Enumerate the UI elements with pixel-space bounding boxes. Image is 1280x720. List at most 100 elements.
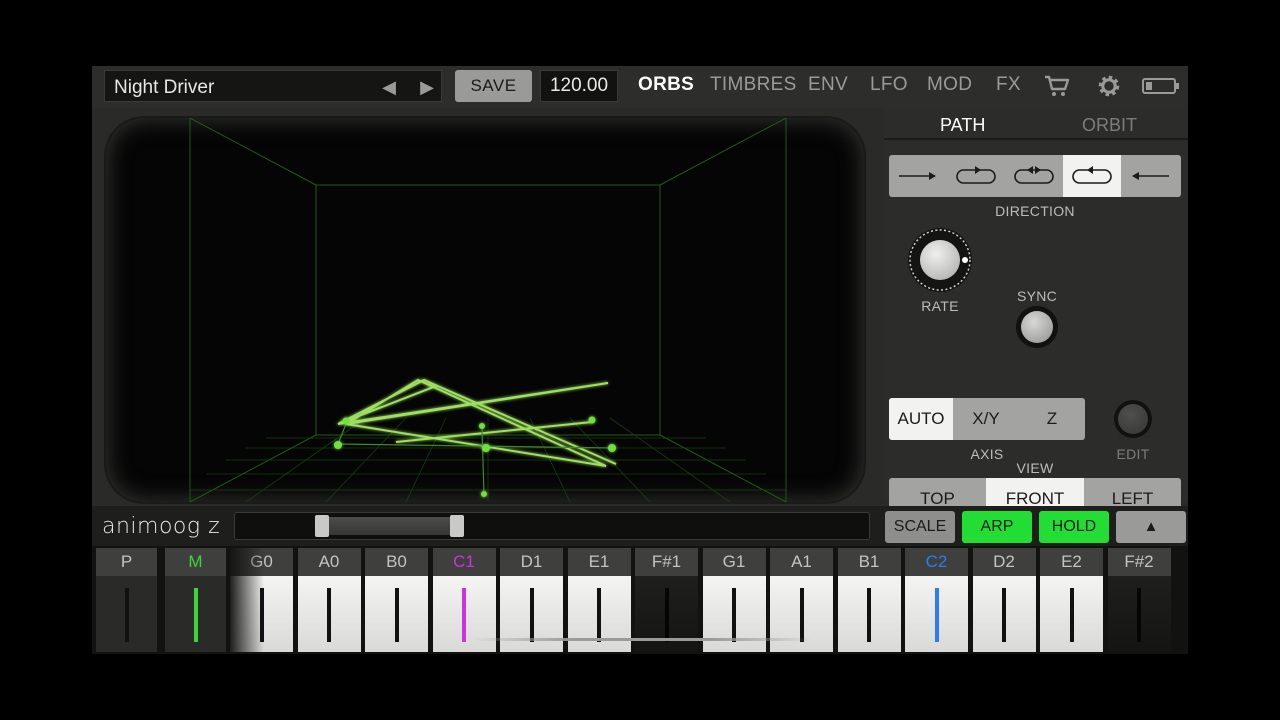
piano-key[interactable]: F#2 <box>1107 548 1171 652</box>
keyboard-range-window <box>320 517 458 535</box>
piano-key-body <box>297 576 361 652</box>
tab-lfo[interactable]: LFO <box>870 74 908 96</box>
piano-key-indicator <box>732 588 736 642</box>
tab-timbres[interactable]: TIMBRES <box>710 74 797 96</box>
keyboard: P M G0A0B0C1D1E1F#1G1A1B1C2D2E2F#2 <box>92 546 1188 654</box>
range-start-handle[interactable] <box>315 515 329 537</box>
tab-orbs[interactable]: ORBS <box>638 74 694 96</box>
axis-selector: AUTO X/Y Z <box>889 398 1085 440</box>
sync-label: SYNC <box>1016 288 1058 304</box>
piano-key[interactable]: C2 <box>905 548 968 652</box>
direction-loop-forward-button[interactable] <box>947 155 1005 197</box>
pitch-bend-strip[interactable]: P <box>96 548 157 652</box>
orb-visualizer[interactable] <box>106 118 864 502</box>
sync-button[interactable] <box>1016 306 1058 348</box>
tab-fx[interactable]: FX <box>996 74 1021 96</box>
mod-wheel-strip[interactable]: M <box>165 548 226 652</box>
piano-key-body <box>972 576 1036 652</box>
rate-knob-indicator <box>962 257 968 263</box>
piano-key-label: E2 <box>1040 548 1103 576</box>
edit-button-cap <box>1118 404 1148 434</box>
direction-forward-button[interactable] <box>889 155 947 197</box>
tab-mod[interactable]: MOD <box>927 74 972 96</box>
piano-key-label: F#2 <box>1107 548 1171 576</box>
piano-key[interactable]: D2 <box>972 548 1036 652</box>
piano-key[interactable]: G1 <box>702 548 766 652</box>
rate-knob[interactable] <box>908 228 972 292</box>
piano-key-indicator <box>394 588 399 642</box>
tab-path[interactable]: PATH <box>940 115 985 136</box>
piano-key-label: B1 <box>837 548 901 576</box>
mod-indicator <box>193 588 198 642</box>
axis-z-button[interactable]: Z <box>1019 398 1085 440</box>
app-logo: animoog z <box>102 514 221 539</box>
tab-orbit[interactable]: ORBIT <box>1082 115 1137 136</box>
piano-key-indicator <box>1069 588 1074 642</box>
home-indicator <box>472 638 812 641</box>
keyboard-scroll-fade <box>228 546 264 654</box>
axis-xy-button[interactable]: X/Y <box>953 398 1019 440</box>
piano-key-indicator <box>462 588 466 642</box>
piano-key[interactable]: A0 <box>297 548 361 652</box>
preset-name: Night Driver <box>114 77 215 98</box>
piano-key-indicator <box>867 588 871 642</box>
preset-selector[interactable]: Night Driver ◀ ▶ <box>104 70 442 102</box>
piano-key-label: D2 <box>972 548 1036 576</box>
direction-reverse-button[interactable] <box>1121 155 1181 197</box>
rate-knob-cap <box>920 240 960 280</box>
piano-key-indicator <box>1002 588 1006 642</box>
cart-icon[interactable] <box>1044 74 1070 98</box>
edit-button[interactable] <box>1114 400 1152 438</box>
piano-key[interactable]: F#1 <box>635 548 698 652</box>
piano-key[interactable]: C1 <box>432 548 496 652</box>
piano-key-indicator <box>327 588 331 642</box>
axis-auto-button[interactable]: AUTO <box>889 398 953 440</box>
top-bar: Night Driver ◀ ▶ SAVE 120.00 ORBS TIMBRE… <box>92 66 1188 108</box>
piano-key-body <box>1040 576 1103 652</box>
tab-env[interactable]: ENV <box>808 74 848 96</box>
piano-key-label: F#1 <box>635 548 698 576</box>
piano-key-body <box>1107 576 1171 652</box>
piano-key-indicator <box>664 588 669 642</box>
arp-button[interactable]: ARP <box>962 511 1032 543</box>
animoog-app: Night Driver ◀ ▶ SAVE 120.00 ORBS TIMBRE… <box>92 66 1188 654</box>
piano-key[interactable]: E2 <box>1040 548 1103 652</box>
gear-icon[interactable] <box>1096 73 1122 99</box>
rate-label: RATE <box>921 298 959 314</box>
direction-loop-reverse-button[interactable] <box>1063 155 1121 197</box>
direction-label: DIRECTION <box>995 203 1075 219</box>
keyboard-range-slider[interactable] <box>234 512 870 540</box>
mod-strip-body <box>165 576 226 652</box>
scale-button[interactable]: SCALE <box>885 511 955 543</box>
save-button[interactable]: SAVE <box>455 70 532 102</box>
path-panel: PATH ORBIT DIRECTION RATE SYNC AUTO X/Y … <box>884 108 1188 520</box>
loop-forward-icon <box>956 166 996 184</box>
piano-key-label: D1 <box>500 548 563 576</box>
direction-selector <box>889 155 1181 197</box>
piano-key[interactable]: B0 <box>365 548 428 652</box>
range-end-handle[interactable] <box>450 515 464 537</box>
hold-button[interactable]: HOLD <box>1039 511 1109 543</box>
tempo-field[interactable]: 120.00 <box>540 70 618 102</box>
piano-key-label: A0 <box>297 548 361 576</box>
piano-key-indicator <box>1137 588 1141 642</box>
piano-key-label: G1 <box>702 548 766 576</box>
pitch-indicator <box>124 588 129 642</box>
direction-bidirectional-button[interactable] <box>1005 155 1063 197</box>
next-preset-icon[interactable]: ▶ <box>415 75 439 99</box>
piano-key-indicator <box>597 588 601 642</box>
view-label: VIEW <box>1016 460 1054 476</box>
piano-key[interactable]: A1 <box>770 548 833 652</box>
piano-key[interactable]: E1 <box>567 548 631 652</box>
expand-keyboard-button[interactable]: ▲ <box>1116 511 1186 543</box>
piano-key-indicator <box>529 588 534 642</box>
piano-key[interactable]: D1 <box>500 548 563 652</box>
previous-preset-icon[interactable]: ◀ <box>377 75 401 99</box>
piano-key[interactable]: B1 <box>837 548 901 652</box>
control-strip: animoog z SCALE ARP HOLD ▲ <box>92 506 1188 546</box>
arrow-left-icon <box>1132 172 1169 180</box>
piano-key-body <box>905 576 968 652</box>
pitch-strip-body <box>96 576 157 652</box>
battery-icon <box>1142 78 1179 94</box>
sync-button-cap <box>1021 311 1053 343</box>
